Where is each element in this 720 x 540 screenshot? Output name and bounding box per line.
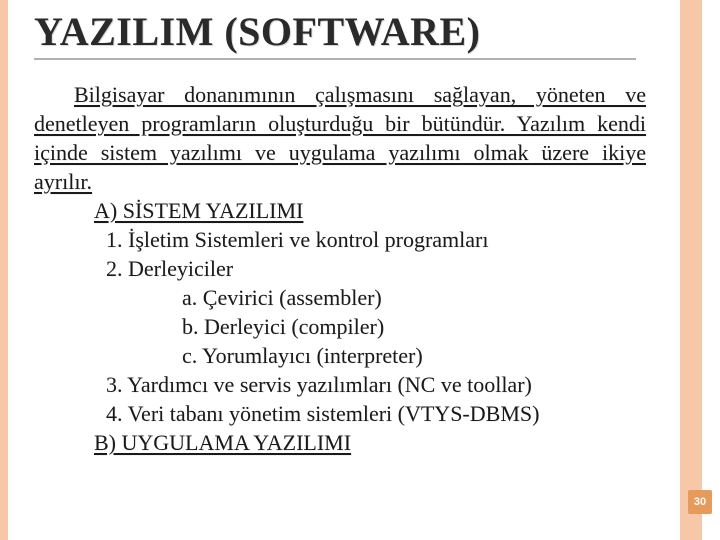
intro-paragraph: Bilgisayar donanımının çalışmasını sağla… <box>34 80 646 196</box>
section-a-heading: A) SİSTEM YAZILIMI <box>94 196 646 225</box>
accent-bar-right <box>680 0 702 540</box>
slide-title: YAZILIM (SOFTWARE) <box>34 8 480 55</box>
title-underline <box>34 58 636 60</box>
list-subitem: c. Yorumlayıcı (interpreter) <box>182 341 646 370</box>
list-item: 2. Derleyiciler <box>106 254 646 283</box>
accent-bar-left <box>0 0 8 540</box>
list-item: 1. İşletim Sistemleri ve kontrol program… <box>106 225 646 254</box>
page-number-badge: 30 <box>688 490 712 514</box>
list-item: 4. Veri tabanı yönetim sistemleri (VTYS-… <box>106 399 646 428</box>
list-subitem: a. Çevirici (assembler) <box>182 283 646 312</box>
slide-content: Bilgisayar donanımının çalışmasını sağla… <box>34 80 646 457</box>
list-item: 3. Yardımcı ve servis yazılımları (NC ve… <box>106 370 646 399</box>
list-subitem: b. Derleyici (compiler) <box>182 312 646 341</box>
section-b-heading: B) UYGULAMA YAZILIMI <box>94 428 646 457</box>
